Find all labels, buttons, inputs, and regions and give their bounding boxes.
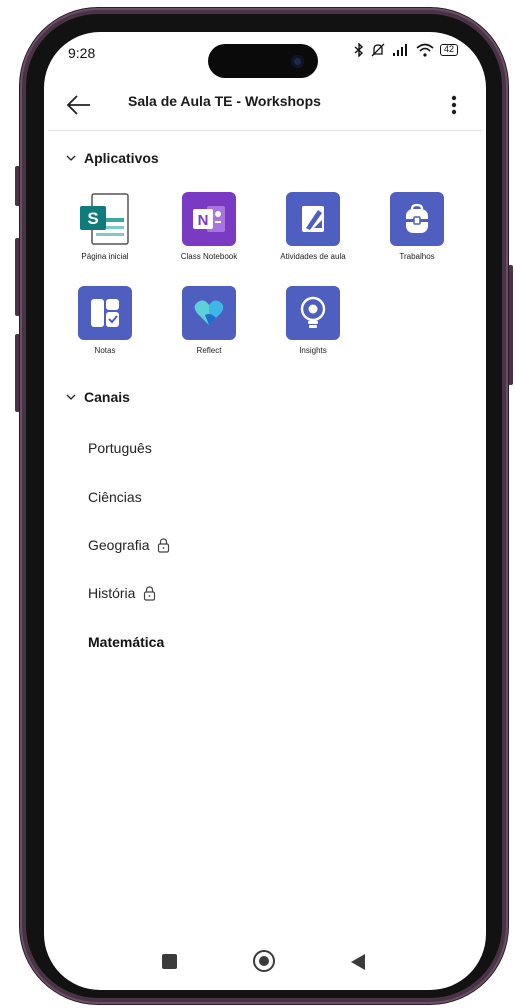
svg-text:N: N (198, 212, 209, 229)
app-label: Atividades de aula (280, 252, 346, 261)
backpack-icon (390, 192, 444, 246)
app-bar-divider (48, 130, 482, 131)
app-bar: Sala de Aula TE - Workshops (44, 82, 486, 128)
phone-screen: 9:28 42 Sala de Aula TE - Workshops Apli… (44, 32, 486, 990)
bluetooth-icon (354, 43, 364, 57)
power-button (508, 265, 513, 385)
status-bar: 9:28 42 (44, 32, 486, 78)
signal-icon (392, 44, 407, 56)
channel-item[interactable]: Português (88, 440, 152, 456)
reflect-heart-icon (182, 286, 236, 340)
status-time: 9:28 (68, 45, 96, 61)
dynamic-island (208, 44, 318, 78)
back-triangle-icon[interactable] (350, 953, 366, 971)
app-insights[interactable]: Insights (263, 286, 363, 355)
camera-icon (291, 55, 304, 68)
system-nav-bar (44, 930, 486, 990)
sharepoint-icon: S (78, 192, 132, 246)
home-button[interactable] (253, 950, 275, 972)
channel-label: Matemática (88, 634, 165, 650)
apps-section-label: Aplicativos (84, 150, 159, 166)
onenote-icon: N (182, 192, 236, 246)
app-label: Trabalhos (399, 252, 435, 261)
channel-item[interactable]: Geografia (88, 537, 170, 553)
recents-button[interactable] (162, 954, 177, 969)
back-arrow-icon[interactable] (64, 90, 94, 120)
channel-label: Ciências (88, 489, 142, 505)
grades-icon (78, 286, 132, 340)
app-label: Class Notebook (180, 252, 238, 261)
app-pagina-inicial[interactable]: S Página inicial (55, 192, 155, 261)
app-atividades-de-aula[interactable]: Atividades de aula (263, 192, 363, 261)
app-label: Insights (299, 346, 327, 355)
lock-icon (144, 585, 156, 601)
app-label: Notas (94, 346, 116, 355)
assignment-pencil-icon (286, 192, 340, 246)
app-label: Página inicial (81, 252, 129, 261)
chevron-down-icon (66, 394, 76, 400)
app-reflect[interactable]: Reflect (159, 286, 259, 355)
app-trabalhos[interactable]: Trabalhos (367, 192, 467, 261)
app-label: Reflect (196, 346, 222, 355)
lightbulb-icon (286, 286, 340, 340)
channel-label: Geografia (88, 537, 150, 553)
page-title: Sala de Aula TE - Workshops (128, 93, 321, 109)
channel-item[interactable]: Matemática (88, 634, 164, 650)
app-class-notebook[interactable]: N Class Notebook (159, 192, 259, 261)
channel-label: Português (88, 440, 152, 456)
channel-item[interactable]: História (88, 585, 156, 601)
app-notas[interactable]: Notas (55, 286, 155, 355)
chevron-down-icon (66, 155, 76, 161)
battery-icon: 42 (439, 44, 458, 56)
channels-section-label: Canais (84, 389, 130, 405)
wifi-icon (416, 43, 434, 57)
mute-icon (371, 43, 385, 57)
channel-label: História (88, 585, 136, 601)
status-icons: 42 (354, 43, 458, 57)
svg-text:S: S (87, 209, 98, 228)
more-options-icon[interactable] (444, 90, 464, 120)
apps-section-header[interactable]: Aplicativos (66, 150, 159, 166)
channel-item[interactable]: Ciências (88, 489, 142, 505)
channels-section-header[interactable]: Canais (66, 389, 130, 405)
lock-icon (158, 537, 170, 553)
